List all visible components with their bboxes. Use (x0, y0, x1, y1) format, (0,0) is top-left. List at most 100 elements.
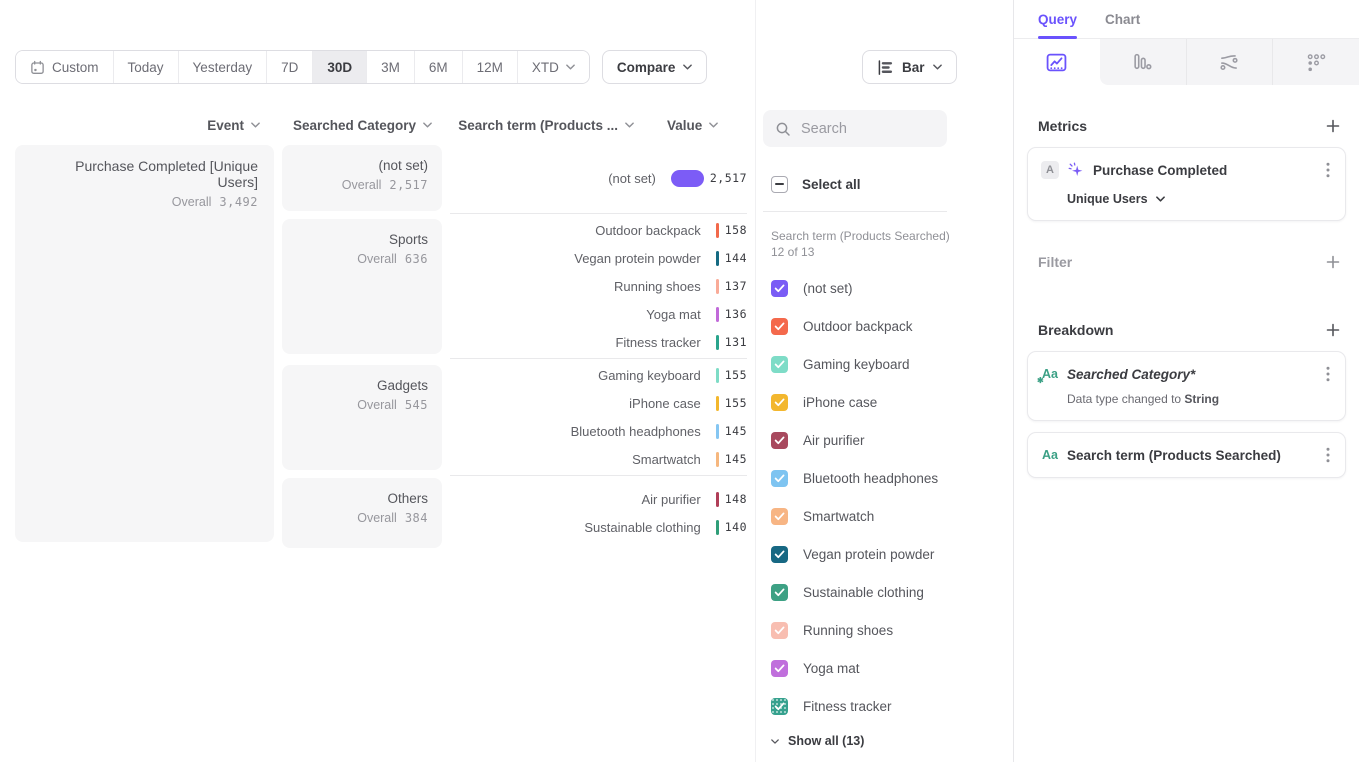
legend-checkbox[interactable] (771, 584, 788, 601)
search-term-label: Bluetooth headphones (450, 424, 716, 439)
search-term-row[interactable]: iPhone case 155 (450, 389, 747, 417)
event-cell[interactable]: Purchase Completed [Unique Users] Overal… (15, 145, 274, 542)
category-cell[interactable]: Gadgets Overall545 (282, 365, 442, 470)
legend-checkbox[interactable] (771, 318, 788, 335)
legend-item[interactable]: Gaming keyboard (756, 345, 1014, 383)
legend-checkbox[interactable] (771, 698, 788, 715)
measure-dropdown[interactable]: Unique Users (1067, 192, 1332, 206)
kebab-menu-icon[interactable] (1324, 160, 1332, 180)
legend-checkbox[interactable] (771, 470, 788, 487)
category-cell[interactable]: Others Overall384 (282, 478, 442, 548)
chevron-down-icon (423, 122, 432, 128)
column-header-searched-category[interactable]: Searched Category (282, 113, 432, 137)
legend-item-label: Gaming keyboard (803, 357, 910, 372)
search-input[interactable] (801, 121, 921, 137)
legend-checkbox[interactable] (771, 432, 788, 449)
search-term-row[interactable]: Bluetooth headphones 145 (450, 417, 747, 445)
legend-item-label: Smartwatch (803, 509, 874, 524)
legend-item[interactable]: Running shoes (756, 611, 1014, 649)
date-button-12m[interactable]: 12M (462, 51, 517, 83)
value-bar (716, 424, 719, 439)
retention-icon (1306, 52, 1327, 73)
date-button-today[interactable]: Today (113, 51, 178, 83)
legend-item[interactable]: iPhone case (756, 383, 1014, 421)
check-icon (774, 550, 785, 559)
legend-checkbox[interactable] (771, 508, 788, 525)
tab-flows[interactable] (1186, 39, 1273, 85)
term-rows: (not set) 2,517 (450, 164, 747, 192)
select-all-row[interactable]: Select all (771, 169, 861, 199)
check-icon (774, 474, 785, 483)
check-icon (774, 626, 785, 635)
tab-query[interactable]: Query (1038, 0, 1077, 38)
search-term-row[interactable]: Running shoes 137 (450, 272, 747, 300)
value-bar (716, 396, 719, 411)
legend-checkbox[interactable] (771, 394, 788, 411)
legend-item[interactable]: Fitness tracker (756, 687, 1014, 725)
breakdown-section-head: Breakdown (1038, 321, 1342, 339)
search-term-row[interactable]: Yoga mat 136 (450, 300, 747, 328)
modified-star-icon: ✱ (1037, 376, 1044, 385)
column-header-value[interactable]: Value (667, 113, 757, 137)
date-button-30d[interactable]: 30D (312, 51, 366, 83)
column-header-search-term[interactable]: Search term (Products ... (448, 113, 634, 137)
kebab-menu-icon[interactable] (1324, 445, 1332, 465)
legend-checkbox[interactable] (771, 622, 788, 639)
legend-search[interactable] (763, 110, 947, 147)
search-term-row[interactable]: Outdoor backpack 158 (450, 216, 747, 244)
search-term-row[interactable]: Vegan protein powder 144 (450, 244, 747, 272)
kebab-menu-icon[interactable] (1324, 364, 1332, 384)
date-button-7d[interactable]: 7D (266, 51, 312, 83)
add-breakdown-button[interactable] (1324, 321, 1342, 339)
show-all-button[interactable]: Show all (13) (771, 728, 864, 754)
value-bar (716, 520, 719, 535)
date-range-group: Custom Today Yesterday 7D 30D 3M 6M 12M … (15, 50, 590, 84)
column-header-event[interactable]: Event (15, 113, 260, 137)
search-term-row[interactable]: Air purifier 148 (450, 485, 747, 513)
category-cell[interactable]: Sports Overall636 (282, 219, 442, 354)
tab-insights[interactable] (1014, 39, 1100, 85)
category-name: (not set) (296, 158, 428, 173)
value-bar (716, 223, 719, 238)
date-button-xtd[interactable]: XTD (517, 51, 589, 83)
value-bar (671, 170, 704, 187)
search-term-row[interactable]: Gaming keyboard 155 (450, 361, 747, 389)
legend-item[interactable]: Bluetooth headphones (756, 459, 1014, 497)
legend-checkbox[interactable] (771, 356, 788, 373)
category-name: Sports (296, 232, 428, 247)
legend-item[interactable]: Vegan protein powder (756, 535, 1014, 573)
compare-button[interactable]: Compare (602, 50, 708, 84)
search-term-row[interactable]: (not set) 2,517 (450, 164, 747, 192)
add-filter-button[interactable] (1324, 253, 1342, 271)
legend-item[interactable]: Sustainable clothing (756, 573, 1014, 611)
search-term-row[interactable]: Fitness tracker 131 (450, 328, 747, 356)
legend-checkbox[interactable] (771, 660, 788, 677)
breakdown-card-searched-category[interactable]: Aa ✱ Searched Category* Data type change… (1027, 351, 1346, 421)
plus-icon (1326, 119, 1340, 133)
select-all-checkbox[interactable] (771, 176, 788, 193)
legend-item[interactable]: Smartwatch (756, 497, 1014, 535)
tab-retention[interactable] (1272, 39, 1359, 85)
add-metric-button[interactable] (1324, 117, 1342, 135)
metric-card[interactable]: A Purchase Completed Unique Users (1027, 147, 1346, 221)
search-term-row[interactable]: Sustainable clothing 140 (450, 513, 747, 541)
category-cell[interactable]: (not set) Overall2,517 (282, 145, 442, 211)
legend-item-label: Yoga mat (803, 661, 860, 676)
legend-checkbox[interactable] (771, 546, 788, 563)
tab-funnels[interactable] (1100, 39, 1186, 85)
breakdown-card-search-term[interactable]: Aa Search term (Products Searched) (1027, 432, 1346, 478)
legend-item[interactable]: Air purifier (756, 421, 1014, 459)
legend-item[interactable]: (not set) (756, 269, 1014, 307)
event-name: Purchase Completed [Unique Users] (31, 158, 258, 190)
legend-item[interactable]: Outdoor backpack (756, 307, 1014, 345)
check-icon (774, 322, 785, 331)
legend-checkbox[interactable] (771, 280, 788, 297)
search-term-row[interactable]: Smartwatch 145 (450, 445, 747, 473)
tab-chart[interactable]: Chart (1105, 0, 1140, 38)
legend-item[interactable]: Yoga mat (756, 649, 1014, 687)
date-button-custom[interactable]: Custom (16, 51, 113, 83)
date-button-3m[interactable]: 3M (366, 51, 414, 83)
date-button-6m[interactable]: 6M (414, 51, 462, 83)
date-button-yesterday[interactable]: Yesterday (178, 51, 267, 83)
value-number: 155 (725, 368, 747, 382)
